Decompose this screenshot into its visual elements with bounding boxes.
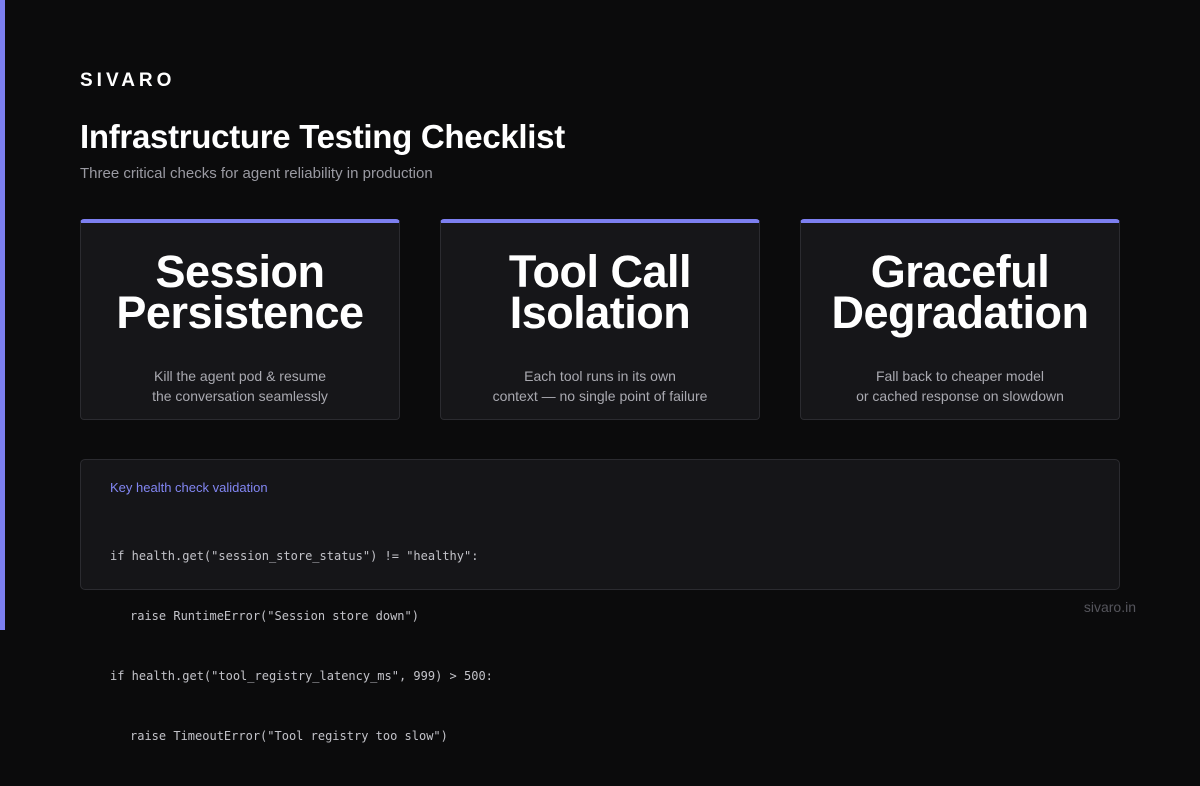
code-panel-label: Key health check validation [110, 480, 268, 495]
code-line: if health.get("tool_registry_latency_ms"… [110, 669, 493, 683]
footer-domain: sivaro.in [1083, 599, 1136, 615]
card-description-line: Kill the agent pod & resume [154, 368, 326, 384]
left-accent-bar [0, 0, 5, 630]
card-title-line: Session [155, 246, 325, 297]
card-graceful-degradation: Graceful Degradation Fall back to cheape… [800, 219, 1120, 420]
card-description-line: Fall back to cheaper model [875, 368, 1045, 384]
page-subtitle: Three critical checks for agent reliabil… [80, 165, 433, 182]
card-title-line: Tool Call [508, 246, 692, 297]
card-title-line: Degradation [831, 287, 1089, 338]
card-description: Kill the agent pod & resume the conversa… [81, 366, 399, 406]
card-title-line: Graceful [870, 246, 1050, 297]
card-description-line: Each tool runs in its own [524, 368, 676, 384]
card-title: Session Persistence [81, 246, 399, 338]
code-panel: Key health check validation if health.ge… [80, 459, 1120, 743]
card-session-persistence: Session Persistence Kill the agent pod &… [80, 219, 400, 420]
card-description: Fall back to cheaper model or cached res… [801, 366, 1119, 406]
brand-logo: SIVARO [80, 70, 176, 91]
card-title-line: Persistence [116, 287, 364, 338]
code-line: if health.get("session_store_status") !=… [110, 549, 479, 563]
card-title: Tool Call Isolation [441, 246, 759, 338]
card-title-line: Isolation [509, 287, 691, 338]
card-description: Each tool runs in its own context — no s… [441, 366, 759, 406]
card-tool-call-isolation: Tool Call Isolation Each tool runs in it… [440, 219, 760, 420]
card-title: Graceful Degradation [801, 246, 1119, 338]
card-description-line: the conversation seamlessly [152, 388, 328, 404]
code-block: if health.get("session_store_status") !=… [110, 506, 493, 786]
page-title: Infrastructure Testing Checklist [80, 118, 565, 155]
card-description-line: context — no single point of failure [492, 388, 708, 404]
code-line: raise TimeoutError("Tool registry too sl… [130, 729, 448, 743]
card-description-line: or cached response on slowdown [856, 388, 1064, 404]
code-line: raise RuntimeError("Session store down") [130, 609, 419, 623]
